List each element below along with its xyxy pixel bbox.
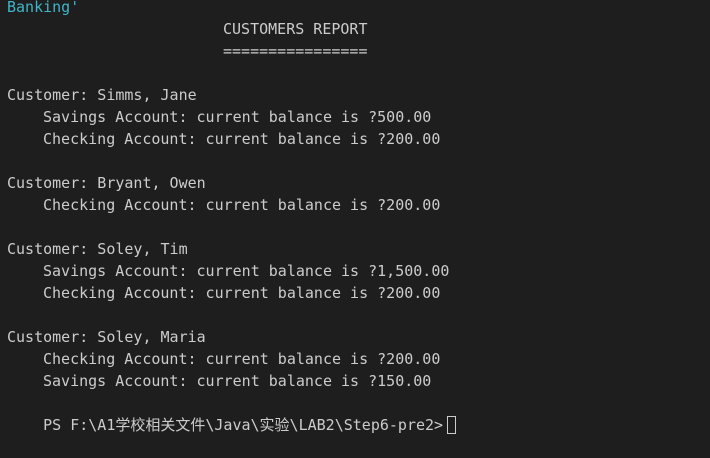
customer-name: Customer: Soley, Tim xyxy=(7,240,188,258)
shell-prompt: PS F:\A1学校相关文件\Java\实验\LAB2\Step6-pre2> xyxy=(43,416,444,434)
header-fragment: Banking' xyxy=(7,0,80,16)
customer-name: Customer: Bryant, Owen xyxy=(7,174,206,192)
report-title: CUSTOMERS REPORT xyxy=(223,20,368,38)
customer-name: Customer: Soley, Maria xyxy=(7,328,206,346)
account-line: Savings Account: current balance is ?150… xyxy=(43,372,432,390)
account-line: Checking Account: current balance is ?20… xyxy=(43,196,441,214)
terminal-output[interactable]: Banking' CUSTOMERS REPORT ==============… xyxy=(0,0,710,434)
customer-name: Customer: Simms, Jane xyxy=(7,86,197,104)
account-line: Savings Account: current balance is ?1,5… xyxy=(43,262,450,280)
account-line: Savings Account: current balance is ?500… xyxy=(43,108,432,126)
account-line: Checking Account: current balance is ?20… xyxy=(43,130,441,148)
account-line: Checking Account: current balance is ?20… xyxy=(43,350,441,368)
account-line: Checking Account: current balance is ?20… xyxy=(43,284,441,302)
report-title-underline: ================ xyxy=(223,42,368,60)
text-cursor[interactable] xyxy=(447,416,457,434)
